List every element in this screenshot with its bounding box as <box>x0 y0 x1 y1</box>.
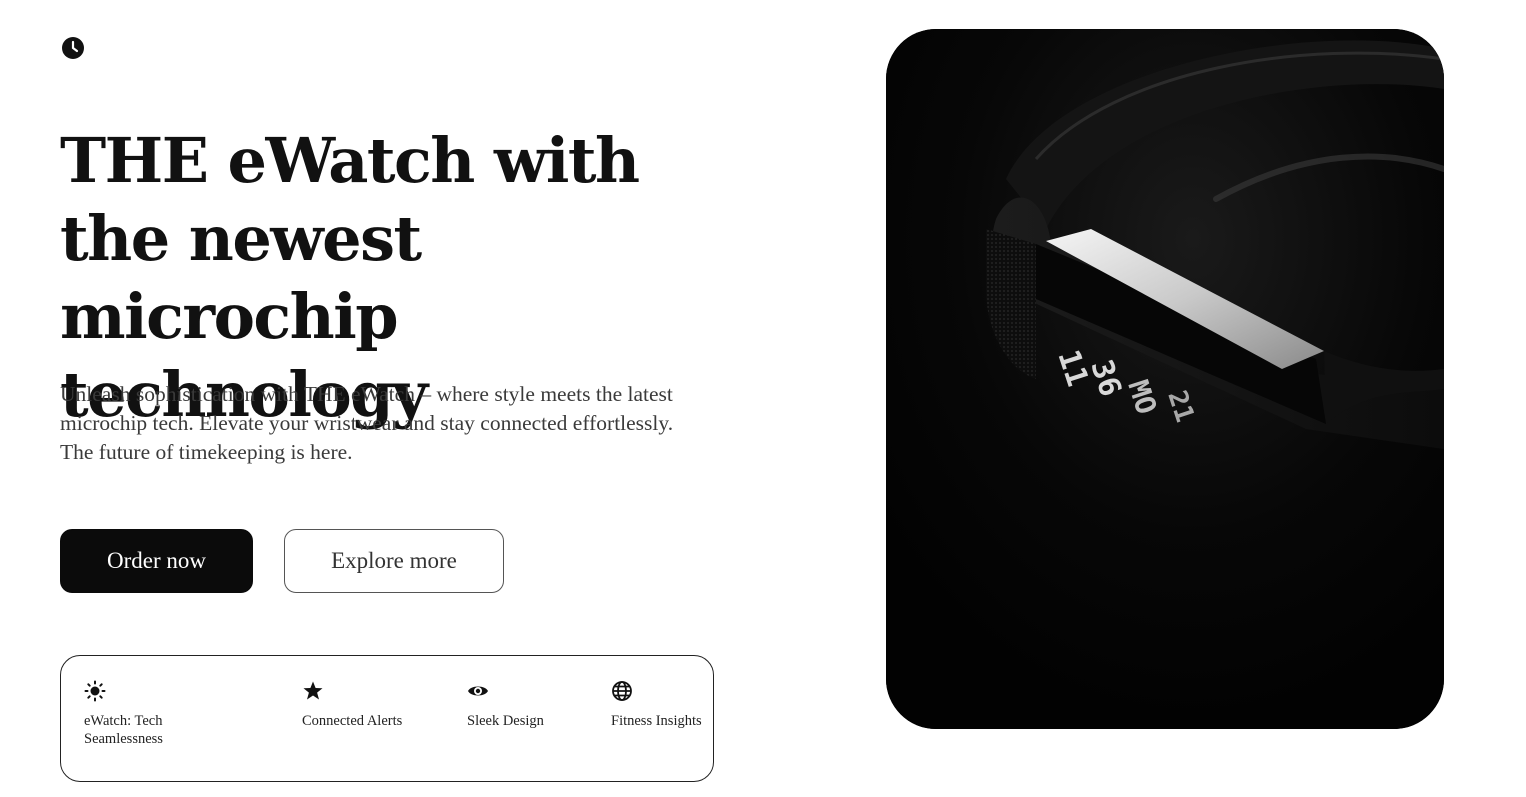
explore-more-button[interactable]: Explore more <box>284 529 504 593</box>
order-now-button[interactable]: Order now <box>60 529 253 593</box>
eye-icon <box>467 680 489 702</box>
feature-item: Fitness Insights <box>611 680 721 730</box>
feature-item: Connected Alerts <box>302 680 412 730</box>
feature-item: Sleek Design <box>467 680 577 730</box>
hero-subtitle: Unleash sophistication with THE eWatch –… <box>60 382 674 464</box>
feature-item: eWatch: Tech Seamlessness <box>84 680 194 748</box>
globe-icon <box>611 680 633 702</box>
feature-label: Connected Alerts <box>302 713 403 729</box>
features-card: eWatch: Tech Seamlessness Connected Aler… <box>60 655 714 782</box>
star-icon <box>302 680 324 702</box>
clock-logo-icon[interactable] <box>61 36 85 60</box>
product-image: 11 36 MO 21 <box>886 29 1444 729</box>
feature-label: eWatch: Tech Seamlessness <box>84 713 163 747</box>
feature-label: Fitness Insights <box>611 713 702 729</box>
feature-label: Sleek Design <box>467 713 544 729</box>
sun-icon <box>84 680 106 702</box>
